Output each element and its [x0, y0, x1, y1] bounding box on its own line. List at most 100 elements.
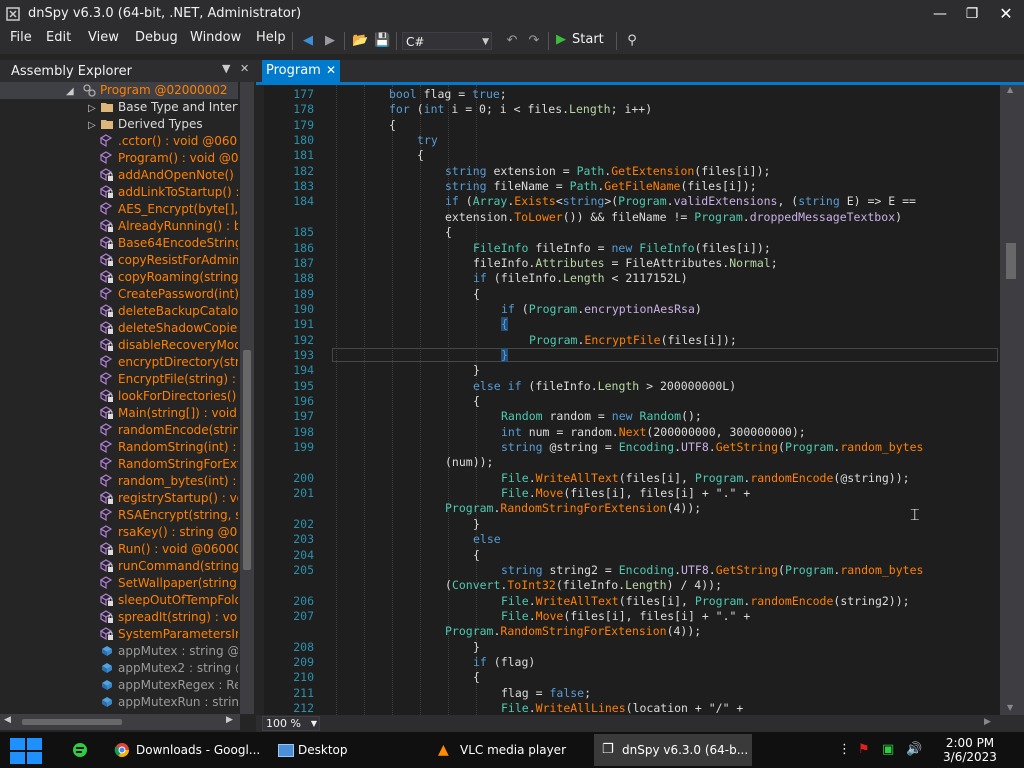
code-line[interactable]: Program.EncryptFile(files[i]); [529, 333, 737, 348]
code-line[interactable]: { [473, 287, 480, 302]
tree-item[interactable]: AlreadyRunning() : bo [0, 218, 238, 235]
search-icon[interactable]: ⚲ [624, 32, 640, 50]
panel-close-icon[interactable]: ✕ [240, 62, 249, 75]
code-editor[interactable]: 177 bool flag = true; 178 for (int i = 0; i… [264, 85, 1000, 715]
tree-item[interactable]: randomEncode(string) [0, 422, 238, 439]
code-line[interactable]: (Convert.ToInt32(fileInfo.Length) / 4)); [445, 578, 722, 593]
code-line[interactable]: try [417, 133, 438, 148]
code-line[interactable]: } [501, 348, 508, 363]
menu-view[interactable]: View [88, 30, 119, 45]
code-line[interactable]: bool flag = true; [389, 87, 507, 102]
tree-item[interactable]: sleepOutOfTempFolde [0, 592, 238, 609]
code-line[interactable]: fileInfo.Attributes = FileAttributes.Nor… [473, 256, 778, 271]
language-select[interactable]: C# ▼ [402, 32, 492, 50]
tree-item[interactable]: deleteShadowCopies( [0, 320, 238, 337]
code-line[interactable]: if (flag) [473, 655, 535, 670]
tab-program[interactable]: Program ✕ [262, 60, 340, 82]
tree-item[interactable]: RandomString(int) : s [0, 439, 238, 456]
scroll-left-icon[interactable]: ◀ [4, 715, 11, 725]
undo-icon[interactable]: ↶ [504, 32, 520, 50]
menu-help[interactable]: Help [256, 30, 286, 45]
tree-item[interactable]: deleteBackupCatalog [0, 303, 238, 320]
code-line[interactable]: if (Program.encryptionAesRsa) [501, 302, 702, 317]
tree-item[interactable]: random_bytes(int) : b [0, 473, 238, 490]
code-line[interactable]: { [473, 548, 480, 563]
code-line[interactable]: { [445, 225, 452, 240]
menu-debug[interactable]: Debug [135, 30, 178, 45]
tree-item[interactable]: copyRoaming(string) [0, 269, 238, 286]
tree-item[interactable]: addLinkToStartup() : [0, 184, 238, 201]
code-line[interactable]: Random random = new Random(); [501, 409, 702, 424]
code-line[interactable]: extension.ToLower()) && fileName != Prog… [445, 210, 902, 225]
code-line[interactable]: } [473, 517, 480, 532]
code-line[interactable]: File.WriteAllText(files[i], Program.rand… [501, 594, 910, 609]
tree-item[interactable]: CreatePassword(int) [0, 286, 238, 303]
menu-file[interactable]: File [10, 30, 32, 45]
tree-item[interactable]: rsaKey() : string @06 [0, 524, 238, 541]
tree-item[interactable]: copyResistForAdmin( [0, 252, 238, 269]
taskbar-item-dnspy[interactable]: ❐ dnSpy v6.3.0 (64-b... [594, 734, 752, 766]
tree-horizontal-scrollbar[interactable]: ◀ ▶ [0, 714, 240, 730]
back-icon[interactable]: ◀ [300, 32, 316, 50]
code-line[interactable]: if (Array.Exists<string>(Program.validEx… [445, 194, 916, 209]
tree-item[interactable]: addAndOpenNote() : [0, 167, 238, 184]
tree-item[interactable]: encryptDirectory(strin [0, 354, 238, 371]
editor-vertical-scrollbar[interactable]: ▲ ▼ [1000, 85, 1024, 715]
code-line[interactable]: { [473, 394, 480, 409]
tree-item[interactable]: Run() : void @06000 [0, 541, 238, 558]
menu-edit[interactable]: Edit [46, 30, 71, 45]
tree-item[interactable]: SystemParametersInf [0, 626, 238, 643]
tree-item[interactable]: Base64EncodeString( [0, 235, 238, 252]
code-line[interactable]: string @string = Encoding.UTF8.GetString… [501, 440, 923, 455]
tree-item[interactable]: RSAEncrypt(string, s [0, 507, 238, 524]
tree-item[interactable]: Program() : void @06 [0, 150, 238, 167]
tree-item[interactable]: SetWallpaper(string) [0, 575, 238, 592]
code-line[interactable]: File.WriteAllLines(location + "/" + [501, 701, 743, 715]
code-line[interactable]: File.WriteAllText(files[i], Program.rand… [501, 471, 910, 486]
tree-item[interactable]: appMutex : string @0 [0, 643, 238, 660]
volume-icon[interactable]: 🔊 [906, 742, 922, 757]
system-clock[interactable]: 2:00 PM 3/6/2023 [930, 736, 1010, 764]
code-line[interactable]: else if (fileInfo.Length > 200000000L) [473, 379, 736, 394]
taskbar-item-vlc[interactable]: ▲ VLC media player [432, 734, 588, 766]
code-line[interactable]: } [473, 640, 480, 655]
tree-item[interactable]: ◢ Program @02000002 [0, 82, 238, 99]
scroll-down-icon[interactable]: ▼ [1007, 703, 1013, 712]
code-line[interactable]: int num = random.Next(200000000, 3000000… [501, 425, 806, 440]
code-line[interactable]: FileInfo fileInfo = new FileInfo(files[i… [473, 241, 771, 256]
windows-start-icon[interactable] [10, 738, 42, 764]
code-line[interactable]: { [501, 317, 508, 332]
expanded-arrow-icon[interactable]: ◢ [66, 83, 80, 97]
code-line[interactable]: File.Move(files[i], files[i] + "." + [501, 486, 750, 501]
zoom-select[interactable]: 100 % ▼ [262, 716, 320, 731]
code-line[interactable]: File.Move(files[i], files[i] + "." + [501, 609, 750, 624]
taskbar-item-desktop[interactable]: Desktop [270, 734, 420, 766]
scrollbar-thumb[interactable] [22, 719, 122, 725]
overflow-icon[interactable]: ⋮ [838, 742, 851, 757]
minimize-button[interactable]: — [924, 4, 956, 24]
code-line[interactable]: { [473, 670, 480, 685]
code-line[interactable]: string extension = Path.GetExtension(fil… [445, 164, 770, 179]
taskbar-item-chrome[interactable]: Downloads - Googl... [108, 734, 264, 766]
close-button[interactable]: ✕ [990, 4, 1022, 24]
code-line[interactable]: } [473, 363, 480, 378]
tree-vertical-scrollbar[interactable] [240, 82, 254, 714]
scroll-right-icon[interactable]: ▶ [984, 717, 991, 727]
tree-item[interactable]: disableRecoveryMode [0, 337, 238, 354]
start-button[interactable]: ▶ Start [556, 30, 604, 50]
tree-item[interactable]: AES_Encrypt(byte[], [0, 201, 238, 218]
flag-icon[interactable]: ⚑ [858, 742, 870, 757]
code-line[interactable]: for (int i = 0; i < files.Length; i++) [389, 102, 652, 117]
scroll-right-icon[interactable]: ▶ [226, 715, 233, 725]
redo-icon[interactable]: ↷ [526, 32, 542, 50]
code-line[interactable]: string fileName = Path.GetFileName(files… [445, 179, 757, 194]
panel-menu-icon[interactable]: ▼ [222, 62, 230, 75]
code-line[interactable]: Program.RandomStringForExtension(4)); [445, 624, 701, 639]
tree-item[interactable]: RandomStringForExte [0, 456, 238, 473]
tree-item[interactable]: appMutex2 : string @ [0, 660, 238, 677]
scrollbar-thumb[interactable] [243, 350, 251, 570]
forward-icon[interactable]: ▶ [322, 32, 338, 50]
network-icon[interactable]: ▣ [882, 742, 894, 757]
tree-item[interactable]: Main(string[]) : void [0, 405, 238, 422]
maximize-button[interactable]: ❐ [956, 4, 988, 24]
